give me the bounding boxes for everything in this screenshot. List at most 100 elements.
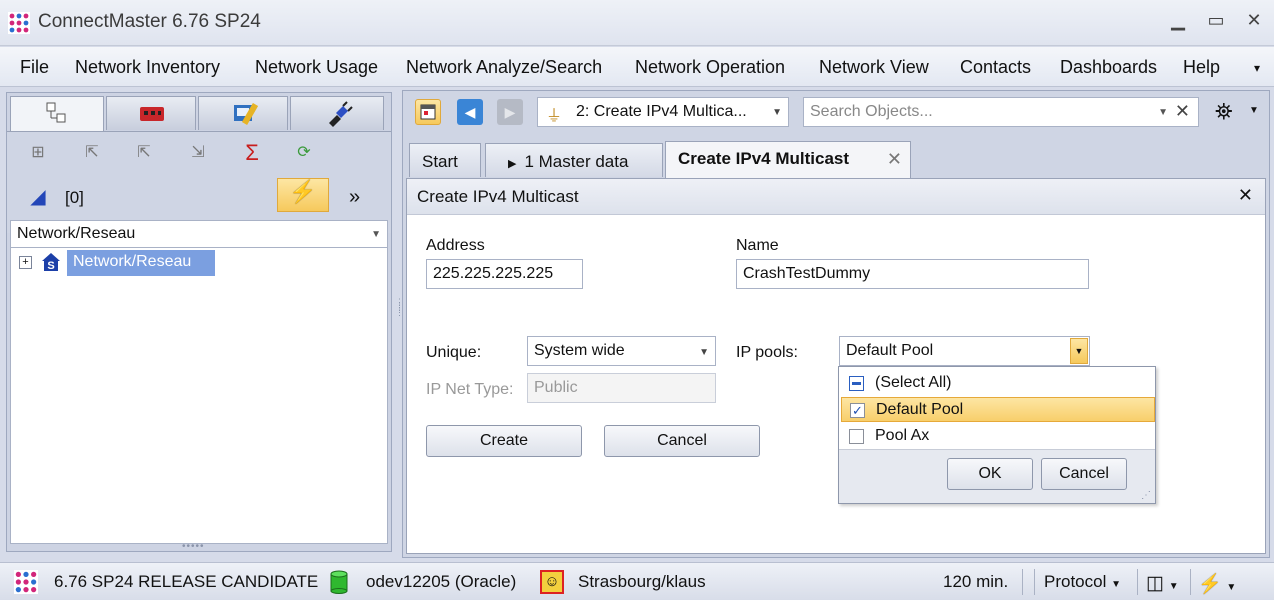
tab-start[interactable]: Start <box>409 143 481 177</box>
ip-pools-value: Default Pool <box>846 342 934 359</box>
layout-menu[interactable]: ◫ ▼ <box>1146 572 1179 595</box>
cancel-button[interactable]: Cancel <box>604 425 760 457</box>
close-button[interactable]: ✕ <box>1242 10 1266 34</box>
dropdown-footer: OK Cancel ⋰ <box>839 449 1155 503</box>
tree-item-label: Network/Reseau <box>67 250 215 276</box>
menu-contacts[interactable]: Contacts <box>960 57 1031 78</box>
status-divider <box>1190 569 1191 595</box>
svg-text:S: S <box>47 260 54 272</box>
version-status: 6.76 SP24 RELEASE CANDIDATE <box>54 572 319 591</box>
panel-splitter[interactable]: ⋮ ⋮ ⋮ <box>395 298 404 340</box>
checked-checkbox-icon[interactable]: ✓ <box>850 403 865 418</box>
chevron-down-icon: ▼ <box>371 229 381 240</box>
quick-action-button[interactable]: ⚡ <box>277 178 329 212</box>
clear-search-icon[interactable]: ✕ <box>1175 101 1190 122</box>
maximize-button[interactable]: ▭ <box>1204 10 1228 34</box>
minimize-icon: ▁ <box>1171 10 1185 30</box>
binoculars-icon[interactable]: ⛯ <box>1215 99 1233 125</box>
forward-button[interactable]: ▶ <box>497 99 523 125</box>
ip-pools-select[interactable]: Default Pool ▼ <box>839 336 1090 366</box>
open-object-combo[interactable]: ⏚ 2: Create IPv4 Multica... ▼ <box>537 97 789 127</box>
window-title: ConnectMaster 6.76 SP24 <box>38 11 261 32</box>
protocol-menu[interactable]: Protocol ▼ <box>1044 572 1121 592</box>
pool-option-default-pool[interactable]: ✓ Default Pool <box>841 397 1155 422</box>
sum-button[interactable]: Σ <box>239 140 265 166</box>
plug-icon <box>329 101 353 127</box>
pools-ok-button[interactable]: OK <box>947 458 1033 490</box>
add-node-button[interactable]: ⊞ <box>25 140 51 166</box>
navigator-root-combo[interactable]: Network/Reseau ▼ <box>10 220 388 248</box>
move-down-button[interactable]: ⇲ <box>185 140 211 166</box>
pool-option-label: (Select All) <box>875 374 952 391</box>
name-label: Name <box>736 237 779 254</box>
move-down-icon: ⇲ <box>191 144 205 161</box>
close-form-icon[interactable]: ✕ <box>1238 185 1253 206</box>
layout-icon: ◫ <box>1146 573 1164 594</box>
pin-icon: ◢ <box>30 186 46 208</box>
unchecked-checkbox-icon[interactable] <box>849 429 864 444</box>
menu-network-usage[interactable]: Network Usage <box>255 57 378 78</box>
expand-icon[interactable]: + <box>19 256 32 269</box>
move-up-alt-button[interactable]: ⇱ <box>131 140 157 166</box>
menu-network-analyze-search[interactable]: Network Analyze/Search <box>406 57 602 78</box>
unique-label: Unique: <box>426 344 482 361</box>
close-tab-icon[interactable]: ✕ <box>887 149 902 170</box>
pools-cancel-button[interactable]: Cancel <box>1041 458 1127 490</box>
chevron-down-icon: ▼ <box>1111 579 1122 590</box>
form-title: Create IPv4 Multicast <box>417 187 579 206</box>
user-status: Strasbourg/klaus <box>578 572 706 591</box>
back-button[interactable]: ◀ <box>457 99 483 125</box>
tools-icon <box>234 102 259 126</box>
search-dropdown-icon[interactable]: ▼ <box>1158 107 1168 118</box>
pool-option-pool-ax[interactable]: Pool Ax <box>841 424 1155 449</box>
sum-icon: Σ <box>245 140 259 165</box>
navigator-panel: ⊞ ⇱ ⇱ ⇲ Σ ⟳ ◢ [0] ⚡ » Network/Reseau ▼ +… <box>6 92 392 552</box>
menu-overflow-button[interactable]: ▾ <box>1254 61 1260 75</box>
tab-create-ipv4-multicast[interactable]: Create IPv4 Multicast ✕ <box>665 141 911 179</box>
quick-actions-menu[interactable]: ⚡ ▼ <box>1198 572 1236 596</box>
tab-network-devices[interactable] <box>106 96 196 130</box>
app-logo-icon <box>14 570 38 594</box>
more-button[interactable]: » <box>349 186 360 209</box>
search-objects-input[interactable]: Search Objects... ▼ ✕ <box>803 97 1199 127</box>
play-icon: ▶ <box>508 158 517 170</box>
create-button[interactable]: Create <box>426 425 582 457</box>
home-button[interactable] <box>415 99 441 125</box>
menu-file[interactable]: File <box>20 57 49 78</box>
address-input[interactable]: 225.225.225.225 <box>426 259 583 289</box>
tab-master-data[interactable]: ▶ 1 Master data <box>485 143 663 177</box>
tab-tools[interactable] <box>198 96 288 130</box>
open-object-value: 2: Create IPv4 Multica... <box>576 103 747 120</box>
move-up-button[interactable]: ⇱ <box>79 140 105 166</box>
network-house-icon: S <box>41 252 61 272</box>
unique-select[interactable]: System wide ▼ <box>527 336 716 366</box>
partial-checkbox-icon[interactable] <box>849 376 864 391</box>
navigator-tree: + S Network/Reseau <box>10 248 388 544</box>
pool-option-label: Pool Ax <box>875 427 930 444</box>
lightning-icon: ⚡ <box>289 179 317 204</box>
menu-network-operation[interactable]: Network Operation <box>635 57 785 78</box>
tab-tree-view[interactable] <box>10 96 104 132</box>
refresh-button[interactable]: ⟳ <box>291 140 317 166</box>
move-up-alt-icon: ⇱ <box>137 144 151 161</box>
resize-grip[interactable]: ••••• <box>182 541 205 552</box>
resize-grip-icon[interactable]: ⋰ <box>1141 490 1151 501</box>
status-divider <box>1137 569 1138 595</box>
workspace-toolbar: ◀ ▶ ⏚ 2: Create IPv4 Multica... ▼ Search… <box>403 91 1269 135</box>
menu-network-view[interactable]: Network View <box>819 57 929 78</box>
bottom-strip <box>0 600 1274 611</box>
name-input[interactable]: CrashTestDummy <box>736 259 1089 289</box>
menu-dashboards[interactable]: Dashboards <box>1060 57 1157 78</box>
tab-connections[interactable] <box>290 96 384 130</box>
menu-help[interactable]: Help <box>1183 57 1220 78</box>
move-up-icon: ⇱ <box>85 144 99 161</box>
search-options-button[interactable]: ▼ <box>1249 105 1259 116</box>
minimize-button[interactable]: ▁ <box>1166 10 1190 34</box>
tab-master-data-label: 1 Master data <box>524 152 629 171</box>
ip-pools-dropdown-button[interactable]: ▼ <box>1070 338 1088 364</box>
refresh-icon: ⟳ <box>297 144 311 161</box>
filter-button[interactable]: ◢ <box>25 184 51 210</box>
ip-net-type-label: IP Net Type: <box>426 381 514 398</box>
pool-option-select-all[interactable]: (Select All) <box>841 371 1155 396</box>
menu-network-inventory[interactable]: Network Inventory <box>75 57 220 78</box>
